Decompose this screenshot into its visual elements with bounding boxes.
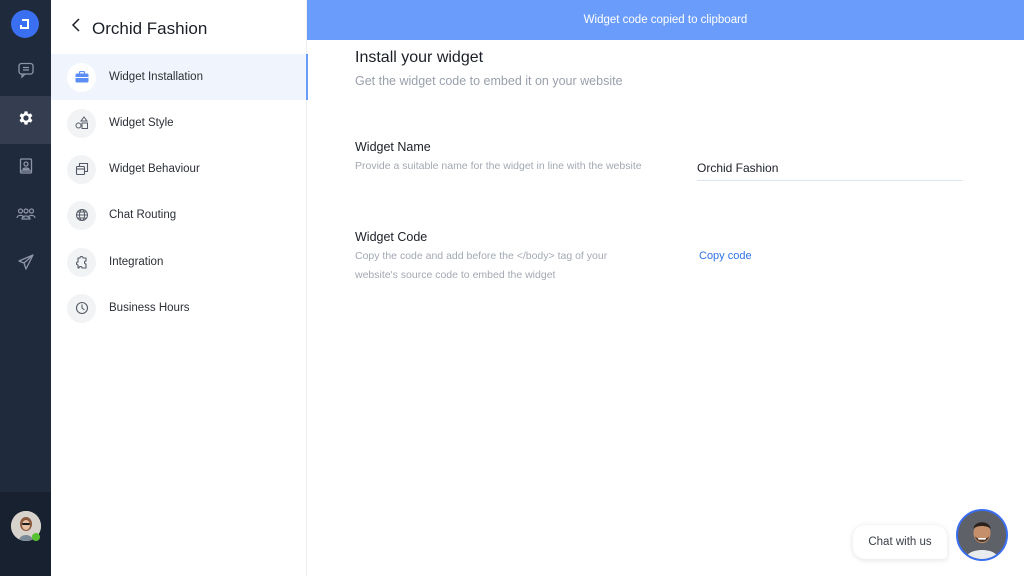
sidebar-item-business-hours[interactable]: Business Hours	[51, 285, 307, 331]
page-title: Install your widget	[355, 49, 484, 66]
rail-item-contacts[interactable]	[0, 144, 51, 192]
sidebar-item-chat-routing[interactable]: Chat Routing	[51, 192, 307, 238]
widget-code-label: Widget Code	[355, 230, 428, 244]
main-content: Widget code copied to clipboard Install …	[307, 0, 1024, 576]
back-button[interactable]	[69, 17, 83, 37]
online-status-indicator	[32, 533, 40, 541]
sidebar-item-widget-style[interactable]: Widget Style	[51, 100, 307, 146]
briefcase-icon	[67, 62, 96, 92]
app-logo-icon[interactable]	[11, 10, 39, 38]
sidebar-item-label: Widget Style	[109, 117, 174, 129]
puzzle-icon	[67, 247, 96, 277]
window-stack-icon	[67, 154, 96, 184]
contact-book-icon	[17, 157, 35, 180]
rail-item-settings[interactable]	[0, 96, 51, 144]
widget-name-input[interactable]	[697, 155, 963, 181]
sidebar-item-widget-installation[interactable]: Widget Installation	[51, 54, 308, 100]
widget-name-description: Provide a suitable name for the widget i…	[355, 160, 642, 172]
widget-code-description: Copy the code and add before the </body>…	[355, 250, 608, 281]
toast-message: Widget code copied to clipboard	[583, 14, 748, 26]
copy-code-link[interactable]: Copy code	[699, 250, 752, 262]
gear-icon	[17, 109, 35, 132]
send-icon	[17, 253, 35, 276]
rail-item-campaigns[interactable]	[0, 240, 51, 288]
chat-launcher-label: Chat with us	[868, 536, 932, 548]
sidebar-title: Orchid Fashion	[92, 19, 208, 38]
team-icon	[15, 205, 36, 228]
chevron-left-icon	[71, 17, 81, 37]
chat-icon	[17, 61, 35, 84]
settings-sidebar: Orchid Fashion Widget Installation Widge…	[51, 0, 308, 576]
sidebar-item-label: Widget Installation	[109, 71, 203, 83]
chat-launcher-bubble[interactable]: Chat with us	[853, 525, 947, 559]
sidebar-item-integration[interactable]: Integration	[51, 239, 307, 285]
shapes-icon	[67, 108, 96, 138]
chat-agent-avatar[interactable]	[956, 509, 1008, 561]
clock-icon	[67, 293, 96, 323]
rail-item-conversations[interactable]	[0, 48, 51, 96]
sidebar-header: Orchid Fashion	[51, 0, 307, 56]
rail-user-area	[0, 492, 51, 576]
sidebar-item-label: Chat Routing	[109, 209, 177, 221]
sidebar-item-label: Widget Behaviour	[109, 163, 200, 175]
app: Orchid Fashion Widget Installation Widge…	[0, 0, 1024, 576]
widget-name-label: Widget Name	[355, 140, 431, 154]
globe-icon	[67, 200, 96, 230]
sidebar-item-label: Business Hours	[109, 302, 190, 314]
app-rail	[0, 0, 51, 576]
toast-notification: Widget code copied to clipboard	[307, 0, 1024, 40]
page-subtitle: Get the widget code to embed it on your …	[355, 74, 623, 88]
rail-item-team[interactable]	[0, 192, 51, 240]
sidebar-item-label: Integration	[109, 256, 164, 268]
sidebar-item-widget-behaviour[interactable]: Widget Behaviour	[51, 146, 307, 192]
